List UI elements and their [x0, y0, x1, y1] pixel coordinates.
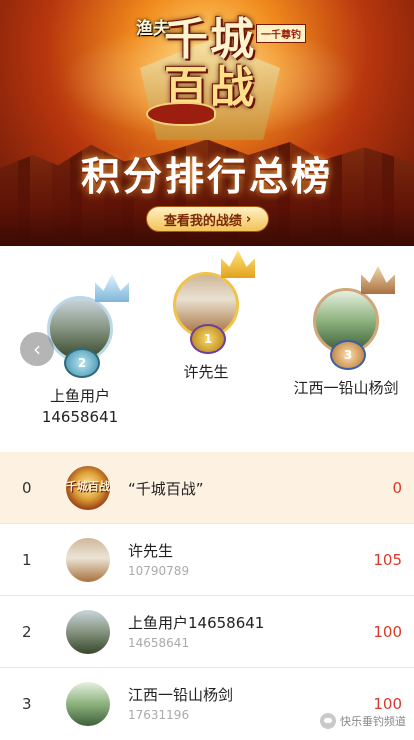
- channel-watermark: 快乐垂钓频道: [320, 713, 406, 729]
- gold-crown-icon: [221, 250, 255, 278]
- rank-medal-icon: 3: [330, 340, 366, 370]
- view-my-record-label: 查看我的战绩: [163, 213, 242, 229]
- player-name: 江西一铅山杨剑: [128, 686, 234, 704]
- chevron-right-icon: ›: [245, 211, 252, 227]
- ranking-row[interactable]: 3 江西一铅山杨剑 17631196 100: [0, 668, 414, 740]
- bronze-crown-icon: [361, 266, 395, 294]
- score-value: 100: [373, 695, 402, 713]
- leaderboard-title: 积分排行总榜: [80, 155, 333, 200]
- avatar-frame: 3: [301, 266, 395, 370]
- avatar: [66, 610, 110, 654]
- avatar: [66, 538, 110, 582]
- chevron-left-icon[interactable]: ‹: [20, 332, 54, 366]
- event-title-line1: 千城: [164, 14, 256, 65]
- rank-medal-icon: 1: [190, 324, 226, 354]
- rank-number: 3: [22, 695, 32, 713]
- ranking-row[interactable]: 2 上鱼用户14658641 14658641 100: [0, 596, 414, 668]
- ranking-row-team[interactable]: 0 千城百战 “千城百战” 0: [0, 452, 414, 524]
- avatar: [66, 682, 110, 726]
- event-title: 千城 百战: [145, 16, 275, 112]
- silver-crown-icon: [95, 274, 129, 302]
- podium-first-place[interactable]: 1 许先生: [136, 250, 276, 383]
- rank-number: 0: [22, 479, 32, 497]
- rank-number: 1: [22, 551, 32, 569]
- team-logo-text: 千城百战: [66, 480, 110, 493]
- podium-name: 许先生: [183, 363, 229, 381]
- team-logo-avatar: 千城百战: [66, 466, 110, 510]
- player-name: 上鱼用户14658641: [128, 614, 265, 632]
- avatar-frame: 1: [161, 250, 255, 354]
- wechat-icon: [320, 713, 336, 729]
- player-id: 14658641: [128, 636, 190, 650]
- view-my-record-button[interactable]: 查看我的战绩 ›: [146, 206, 269, 232]
- score-value: 105: [373, 551, 402, 569]
- podium-name: 江西一铅山杨剑: [293, 379, 399, 397]
- rank-medal-icon: 2: [64, 348, 100, 378]
- player-id: 10790789: [128, 564, 190, 578]
- score-value: 100: [373, 623, 402, 641]
- podium-third-place[interactable]: 3 江西一铅山杨剑: [276, 266, 414, 399]
- fish-icon: [148, 104, 214, 124]
- rank-number: 2: [22, 623, 32, 641]
- ranking-row[interactable]: 1 许先生 10790789 105: [0, 524, 414, 596]
- podium-name: 上鱼用户 14658641: [41, 387, 119, 426]
- player-name: “千城百战”: [128, 480, 204, 498]
- player-name: 许先生: [128, 542, 174, 560]
- event-banner: 渔夫 一千尊钓 千城 百战 积分排行总榜 查看我的战绩 ›: [0, 0, 414, 246]
- top-three-podium: 2 上鱼用户 14658641 1 许先生 3 江西一铅山杨剑 ‹: [0, 246, 414, 452]
- score-value: 0: [392, 479, 402, 497]
- player-id: 17631196: [128, 708, 190, 722]
- watermark-text: 快乐垂钓频道: [340, 715, 406, 728]
